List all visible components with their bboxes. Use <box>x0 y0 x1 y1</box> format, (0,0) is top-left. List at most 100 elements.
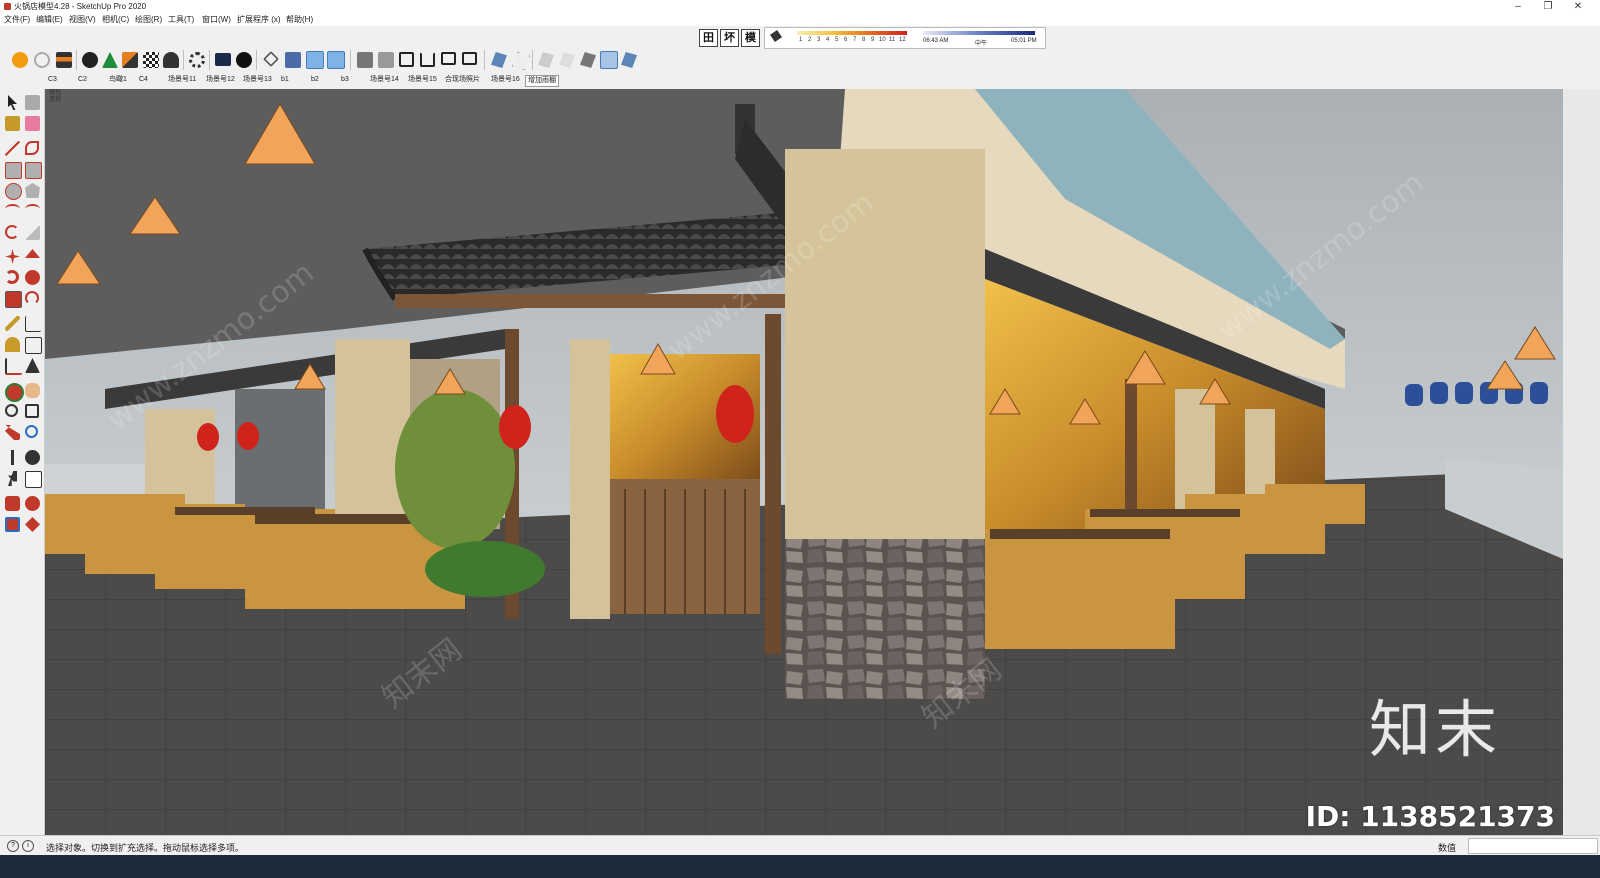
cube-blue2-icon[interactable] <box>327 51 345 69</box>
sketchup-logo-icon[interactable] <box>12 52 28 68</box>
view-button-1[interactable]: 田 <box>699 29 718 47</box>
paint-icon[interactable] <box>5 116 20 131</box>
offset-icon[interactable] <box>25 291 39 305</box>
month-gradient[interactable] <box>797 31 907 35</box>
scene-tab-b2[interactable]: b2 <box>311 75 319 85</box>
menu-file[interactable]: 文件(F) <box>4 14 30 25</box>
menu-window[interactable]: 窗口(W) <box>202 14 231 25</box>
zoom-extents-icon[interactable] <box>5 425 20 440</box>
credits-icon[interactable]: i <box>22 840 34 852</box>
shape6-icon[interactable] <box>600 51 618 69</box>
menu-help[interactable]: 帮助(H) <box>286 14 313 25</box>
scale-icon[interactable] <box>5 291 22 308</box>
previous-view-icon[interactable] <box>25 425 38 438</box>
info-icon[interactable] <box>236 52 252 68</box>
scene-tab-c2[interactable]: C2 <box>78 75 87 85</box>
scene-tab-13[interactable]: 场景号13 <box>243 75 272 85</box>
box2-icon[interactable] <box>462 52 477 65</box>
zoom-window-icon[interactable] <box>25 404 39 418</box>
shape2-icon[interactable] <box>512 52 530 70</box>
cube-icon[interactable] <box>285 52 301 68</box>
dimension-icon[interactable] <box>25 316 41 332</box>
text-icon[interactable] <box>25 337 42 354</box>
rectangle-icon[interactable] <box>5 162 22 179</box>
tape-icon[interactable] <box>5 316 20 331</box>
add-circle-icon[interactable] <box>82 52 98 68</box>
file-icon[interactable] <box>357 52 373 68</box>
house-icon[interactable] <box>399 52 414 67</box>
orbit-icon[interactable] <box>5 383 24 402</box>
refresh-icon[interactable] <box>34 52 50 68</box>
right-panel-strip[interactable] <box>1563 89 1600 835</box>
scene-tab-c3[interactable]: C3 <box>48 75 57 85</box>
scene-tab-b3[interactable]: b3 <box>341 75 349 85</box>
position-camera-icon[interactable] <box>11 450 14 465</box>
scene-tab-aerial1[interactable]: 鸟瞰1 <box>109 75 127 85</box>
scene-tab-16[interactable]: 场景号16 <box>491 75 520 85</box>
section-icon[interactable] <box>25 471 42 488</box>
rotated-rect-icon[interactable] <box>25 162 42 179</box>
axes-icon[interactable] <box>5 358 22 375</box>
gear-icon[interactable] <box>189 52 205 68</box>
move-tool-icon[interactable] <box>5 249 20 264</box>
close-button[interactable]: ✕ <box>1565 0 1591 13</box>
polygon-icon[interactable] <box>25 183 40 198</box>
terrain-icon[interactable] <box>122 52 138 68</box>
scene-tab-photo[interactable]: 合现场照片 <box>445 75 480 85</box>
arc-icon[interactable] <box>5 204 20 214</box>
scene-tab-12[interactable]: 场景号12 <box>206 75 235 85</box>
3d-text-icon[interactable] <box>25 358 40 373</box>
freehand-icon[interactable] <box>25 141 39 155</box>
scene-tab-canopy[interactable]: 增加雨棚 <box>525 75 559 87</box>
menu-view[interactable]: 视图(V) <box>69 14 96 25</box>
measurements-input[interactable] <box>1468 838 1598 854</box>
pencil-icon[interactable] <box>5 141 20 156</box>
shadow-toggle-icon[interactable] <box>770 30 782 42</box>
house-outline-icon[interactable] <box>420 52 435 67</box>
shape5-icon[interactable] <box>580 52 596 68</box>
look-around-icon[interactable] <box>25 450 40 465</box>
mail-icon[interactable] <box>215 53 231 66</box>
3d-viewport[interactable]: 俯视 透视 www.znzmo.com www.znzmo.com www.zn… <box>45 89 1563 835</box>
pan-icon[interactable] <box>25 383 40 398</box>
scene-tab-15[interactable]: 场景号15 <box>408 75 437 85</box>
tree-icon[interactable] <box>102 52 118 68</box>
shape7-icon[interactable] <box>621 52 637 68</box>
protractor-icon[interactable] <box>5 337 20 352</box>
pie-icon[interactable] <box>25 225 40 240</box>
geo-location-icon[interactable]: ? <box>7 840 19 852</box>
shape3-icon[interactable] <box>538 52 554 68</box>
rotate-icon[interactable] <box>5 270 19 284</box>
scene-tab-14[interactable]: 场景号14 <box>370 75 399 85</box>
menu-tools[interactable]: 工具(T) <box>168 14 194 25</box>
sandbox2-icon[interactable] <box>25 496 40 511</box>
eraser-icon[interactable] <box>25 116 40 131</box>
move-icon[interactable] <box>263 51 279 67</box>
arc2-icon[interactable] <box>25 204 40 214</box>
shadow-settings-panel[interactable]: 1 2 3 4 5 6 7 8 9 10 11 12 06:43 AM 中午 0… <box>764 27 1046 49</box>
layers-icon[interactable] <box>56 52 72 68</box>
scene-tab-11[interactable]: 场景号11 <box>168 75 196 85</box>
circle-icon[interactable] <box>5 183 22 200</box>
menu-camera[interactable]: 相机(C) <box>102 14 129 25</box>
sandbox4-icon[interactable] <box>25 517 40 532</box>
file2-icon[interactable] <box>378 52 394 68</box>
maximize-button[interactable]: ❐ <box>1535 0 1561 13</box>
menu-extensions[interactable]: 扩展程序 (x) <box>237 14 281 25</box>
walk-icon[interactable] <box>8 471 17 486</box>
follow-me-icon[interactable] <box>25 270 40 285</box>
cube-blue-icon[interactable] <box>306 51 324 69</box>
menu-edit[interactable]: 编辑(E) <box>36 14 63 25</box>
menu-draw[interactable]: 绘图(R) <box>135 14 162 25</box>
arc3-icon[interactable] <box>5 225 19 239</box>
view-button-3[interactable]: 模 <box>741 29 760 47</box>
time-slider[interactable] <box>923 31 1035 35</box>
scene-tab-c4[interactable]: C4 <box>139 75 148 85</box>
push-pull-icon[interactable] <box>25 249 40 258</box>
component-icon[interactable] <box>25 95 40 110</box>
checker-icon[interactable] <box>143 52 159 68</box>
sandbox-icon[interactable] <box>5 496 20 511</box>
minimize-button[interactable]: – <box>1505 0 1531 13</box>
shape-icon[interactable] <box>491 52 507 68</box>
cloud-icon[interactable] <box>163 52 179 68</box>
